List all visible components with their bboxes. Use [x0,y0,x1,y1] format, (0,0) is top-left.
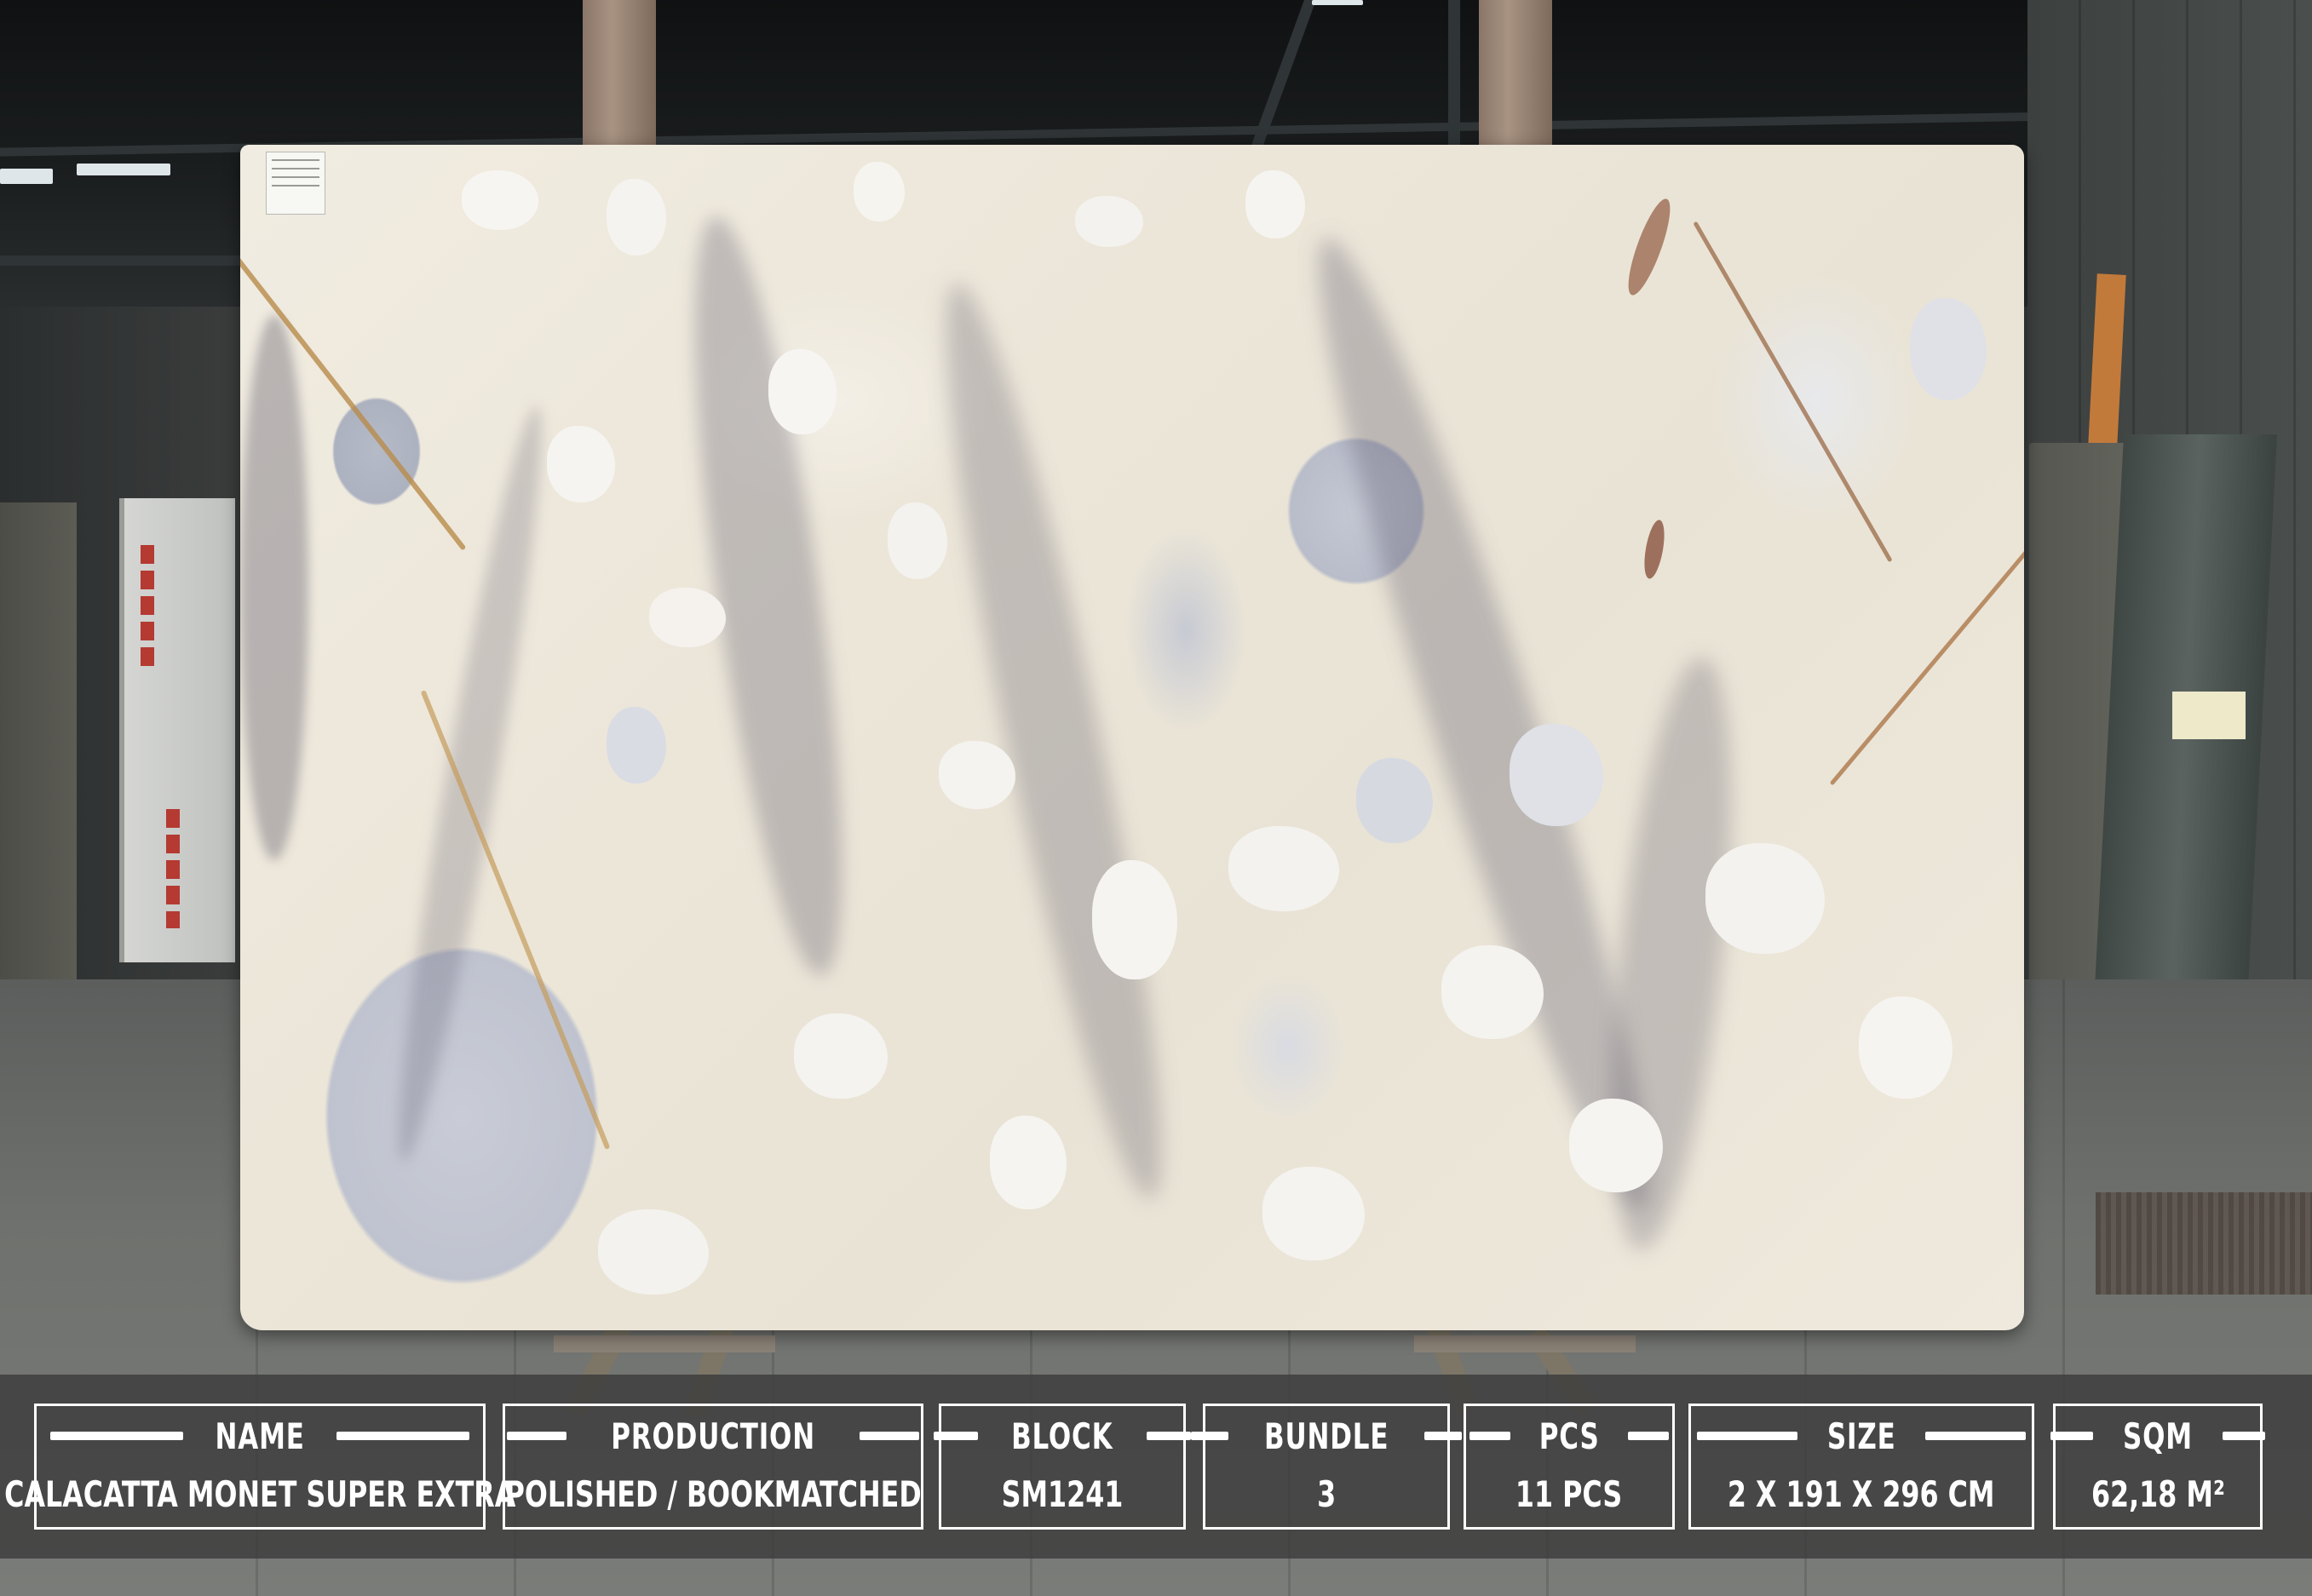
pcs-field: PCS 11 PCS [1464,1404,1675,1530]
production-field: PRODUCTION POLISHED / BOOKMATCHED [503,1404,923,1530]
production-value: POLISHED / BOOKMATCHED [504,1473,922,1515]
marble-slab [240,145,2024,1330]
production-label: PRODUCTION [611,1415,815,1457]
bundle-field: BUNDLE 3 [1190,1404,1463,1530]
size-value: 2 X 191 X 296 CM [1728,1473,1995,1515]
ceiling-light [1312,0,1363,5]
name-label: NAME [215,1415,305,1457]
sqm-field: SQM 62,18 M² [2050,1404,2265,1530]
bundle-label: BUNDLE [1263,1415,1389,1457]
slab-support-beam [1414,1335,1636,1352]
ceiling-light [0,169,53,184]
ceiling-light [77,164,170,175]
bundle-value: 3 [1316,1473,1337,1515]
floor-grate [2096,1192,2312,1295]
sqm-value: 62,18 M² [2091,1473,2225,1515]
slab-support-beam [554,1335,775,1352]
size-label: SIZE [1826,1415,1896,1457]
pcs-label: PCS [1538,1415,1600,1457]
stack-marking [166,809,180,928]
block-value: SM1241 [1001,1473,1124,1515]
size-field: SIZE 2 X 191 X 296 CM [1688,1404,2034,1530]
stack-marking [141,545,154,673]
lifting-strap [583,0,656,153]
name-field: NAME CALACATTA MONET SUPER EXTRA [4,1404,515,1530]
name-value: CALACATTA MONET SUPER EXTRA [3,1473,516,1515]
pcs-value: 11 PCS [1515,1473,1623,1515]
block-field: BLOCK SM1241 [934,1404,1191,1530]
block-label: BLOCK [1011,1415,1113,1457]
background-slab-stack-left [0,502,77,1039]
tape-label [2172,692,2246,739]
sqm-label: SQM [2123,1415,2193,1457]
lifting-strap [1479,0,1552,153]
slab-identification-tag [266,152,325,215]
